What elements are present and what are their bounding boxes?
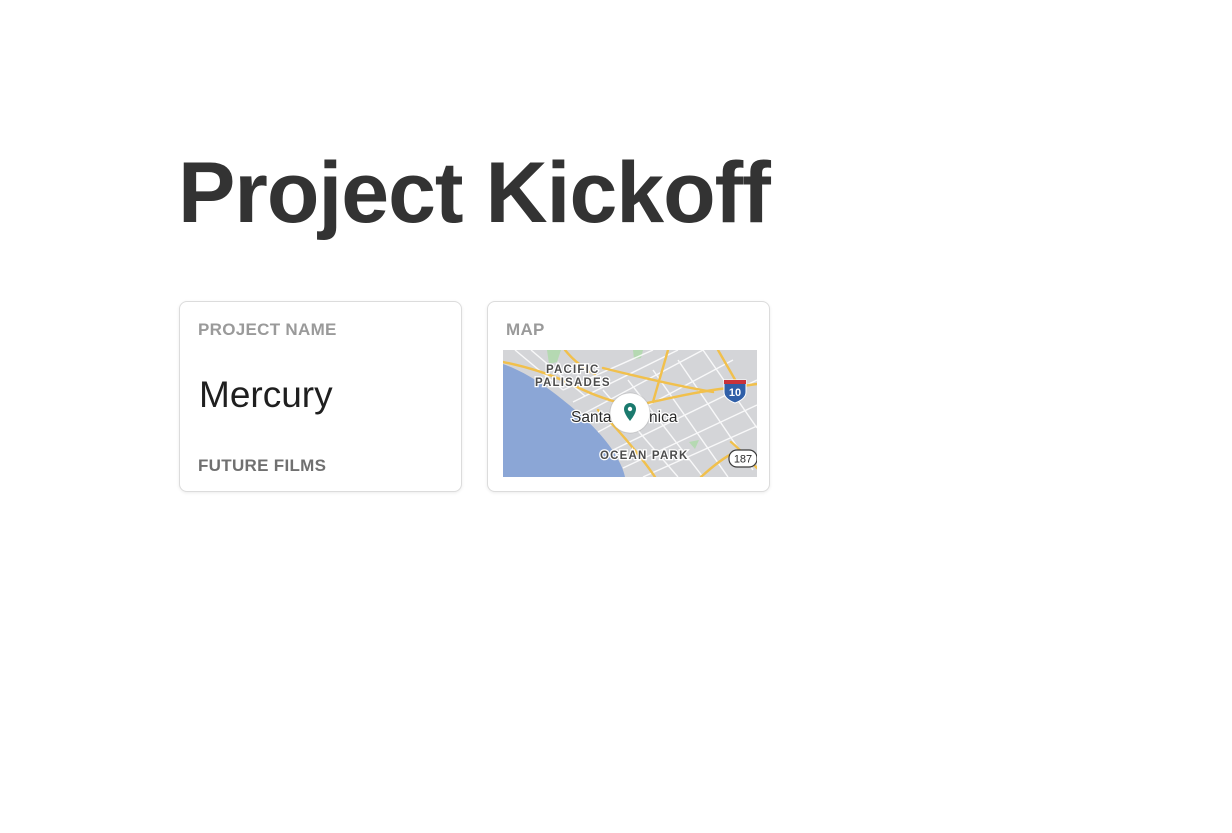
page-title: Project Kickoff [178, 145, 771, 241]
interstate-10-number: 10 [729, 387, 741, 399]
map-image: PACIFIC PALISADES OCEAN PARK Santa nica … [503, 350, 757, 477]
route-187-number: 187 [734, 454, 752, 466]
page: Project Kickoff PROJECT NAME Mercury FUT… [0, 0, 1232, 833]
project-name-value: Mercury [199, 374, 333, 415]
map-label-city-part-1: Santa [571, 409, 612, 426]
route-187-shield: 187 [728, 449, 757, 468]
map-label-palisades: PALISADES [535, 377, 611, 389]
map-label-pacific: PACIFIC [546, 364, 600, 376]
project-name-card[interactable]: PROJECT NAME Mercury FUTURE FILMS [179, 301, 462, 492]
project-name-label: PROJECT NAME [198, 320, 337, 339]
map-card[interactable]: MAP PACIFIC PALISADES OCEAN PARK Santa n… [487, 301, 770, 492]
map-label-ocean-park: OCEAN PARK [600, 450, 688, 462]
map-view[interactable]: PACIFIC PALISADES OCEAN PARK Santa nica … [503, 350, 757, 477]
location-pin-icon[interactable] [609, 392, 651, 434]
project-company-label: FUTURE FILMS [198, 456, 327, 475]
map-label: MAP [506, 320, 545, 339]
map-label-city-part-2: nica [649, 409, 678, 426]
